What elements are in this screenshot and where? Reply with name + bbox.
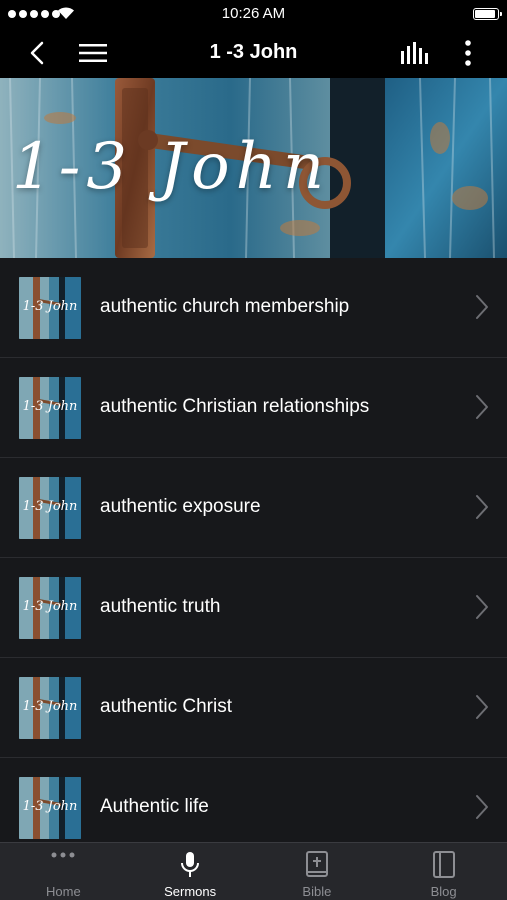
- bible-icon: [305, 851, 328, 877]
- sermon-list: 1-3 John authentic church membership 1-3 J…: [0, 258, 507, 842]
- sermon-title: authentic truth: [100, 596, 221, 617]
- sermon-title: authentic Christian relationships: [100, 396, 370, 417]
- sermon-thumbnail-title: 1-3 John: [22, 399, 78, 414]
- tab-sermons-label: Sermons: [164, 884, 217, 899]
- more-options-button[interactable]: [451, 36, 485, 70]
- audio-button[interactable]: [398, 36, 432, 70]
- chevron-right-icon: [476, 595, 488, 619]
- chevron-right-icon: [476, 395, 488, 419]
- status-bar: 10:26 AM: [0, 0, 507, 28]
- sermon-thumbnail: 1-3 John: [19, 377, 81, 439]
- sermon-thumbnail: 1-3 John: [19, 577, 81, 639]
- battery-level: [475, 10, 495, 18]
- tab-sermons[interactable]: Sermons: [127, 843, 254, 900]
- status-time: 10:26 AM: [221, 5, 286, 22]
- series-banner: 1-3 John: [0, 78, 507, 258]
- tab-home-label: Home: [46, 884, 81, 899]
- sermon-thumbnail-title: 1-3 John: [22, 499, 78, 514]
- navigation-bar: 1 -3 John: [0, 28, 507, 78]
- tab-blog[interactable]: Blog: [380, 843, 507, 900]
- chevron-right-icon: [476, 495, 488, 519]
- series-banner-title: 1-3 John: [12, 130, 331, 204]
- tab-bar: Home Sermons Bible Blog: [0, 842, 507, 900]
- more-vertical-icon: [465, 40, 471, 66]
- tab-blog-label: Blog: [430, 884, 457, 899]
- sermon-list-item[interactable]: 1-3 John authentic Christian relationship…: [0, 358, 507, 458]
- sermon-thumbnail-title: 1-3 John: [22, 699, 78, 714]
- sermon-thumbnail-title: 1-3 John: [22, 799, 78, 814]
- sermon-list-item[interactable]: 1-3 John authentic church membership: [0, 258, 507, 358]
- tab-bible[interactable]: Bible: [254, 843, 381, 900]
- chevron-right-icon: [476, 695, 488, 719]
- chevron-right-icon: [476, 795, 488, 819]
- sermon-title: authentic exposure: [100, 496, 261, 517]
- sermon-thumbnail: 1-3 John: [19, 777, 81, 839]
- sermon-list-item[interactable]: 1-3 John authentic exposure: [0, 458, 507, 558]
- more-horizontal-icon: [51, 852, 75, 858]
- sermon-list-item[interactable]: 1-3 John authentic truth: [0, 558, 507, 658]
- sermon-thumbnail-title: 1-3 John: [22, 599, 78, 614]
- audio-levels-icon: [401, 42, 428, 64]
- sermon-title: Authentic life: [100, 796, 209, 817]
- book-icon: [432, 851, 455, 878]
- sermon-thumbnail-title: 1-3 John: [22, 299, 78, 314]
- tab-home[interactable]: Home: [0, 843, 127, 900]
- sermon-list-item[interactable]: 1-3 John Authentic life: [0, 758, 507, 842]
- sermon-thumbnail: 1-3 John: [19, 677, 81, 739]
- tab-bible-label: Bible: [302, 884, 332, 899]
- microphone-icon: [181, 852, 200, 877]
- chevron-right-icon: [476, 295, 488, 319]
- sermon-thumbnail: 1-3 John: [19, 277, 81, 339]
- sermon-title: authentic church membership: [100, 296, 350, 317]
- sermon-thumbnail: 1-3 John: [19, 477, 81, 539]
- sermon-list-item[interactable]: 1-3 John authentic Christ: [0, 658, 507, 758]
- battery-icon: [473, 8, 502, 20]
- sermon-title: authentic Christ: [100, 696, 233, 717]
